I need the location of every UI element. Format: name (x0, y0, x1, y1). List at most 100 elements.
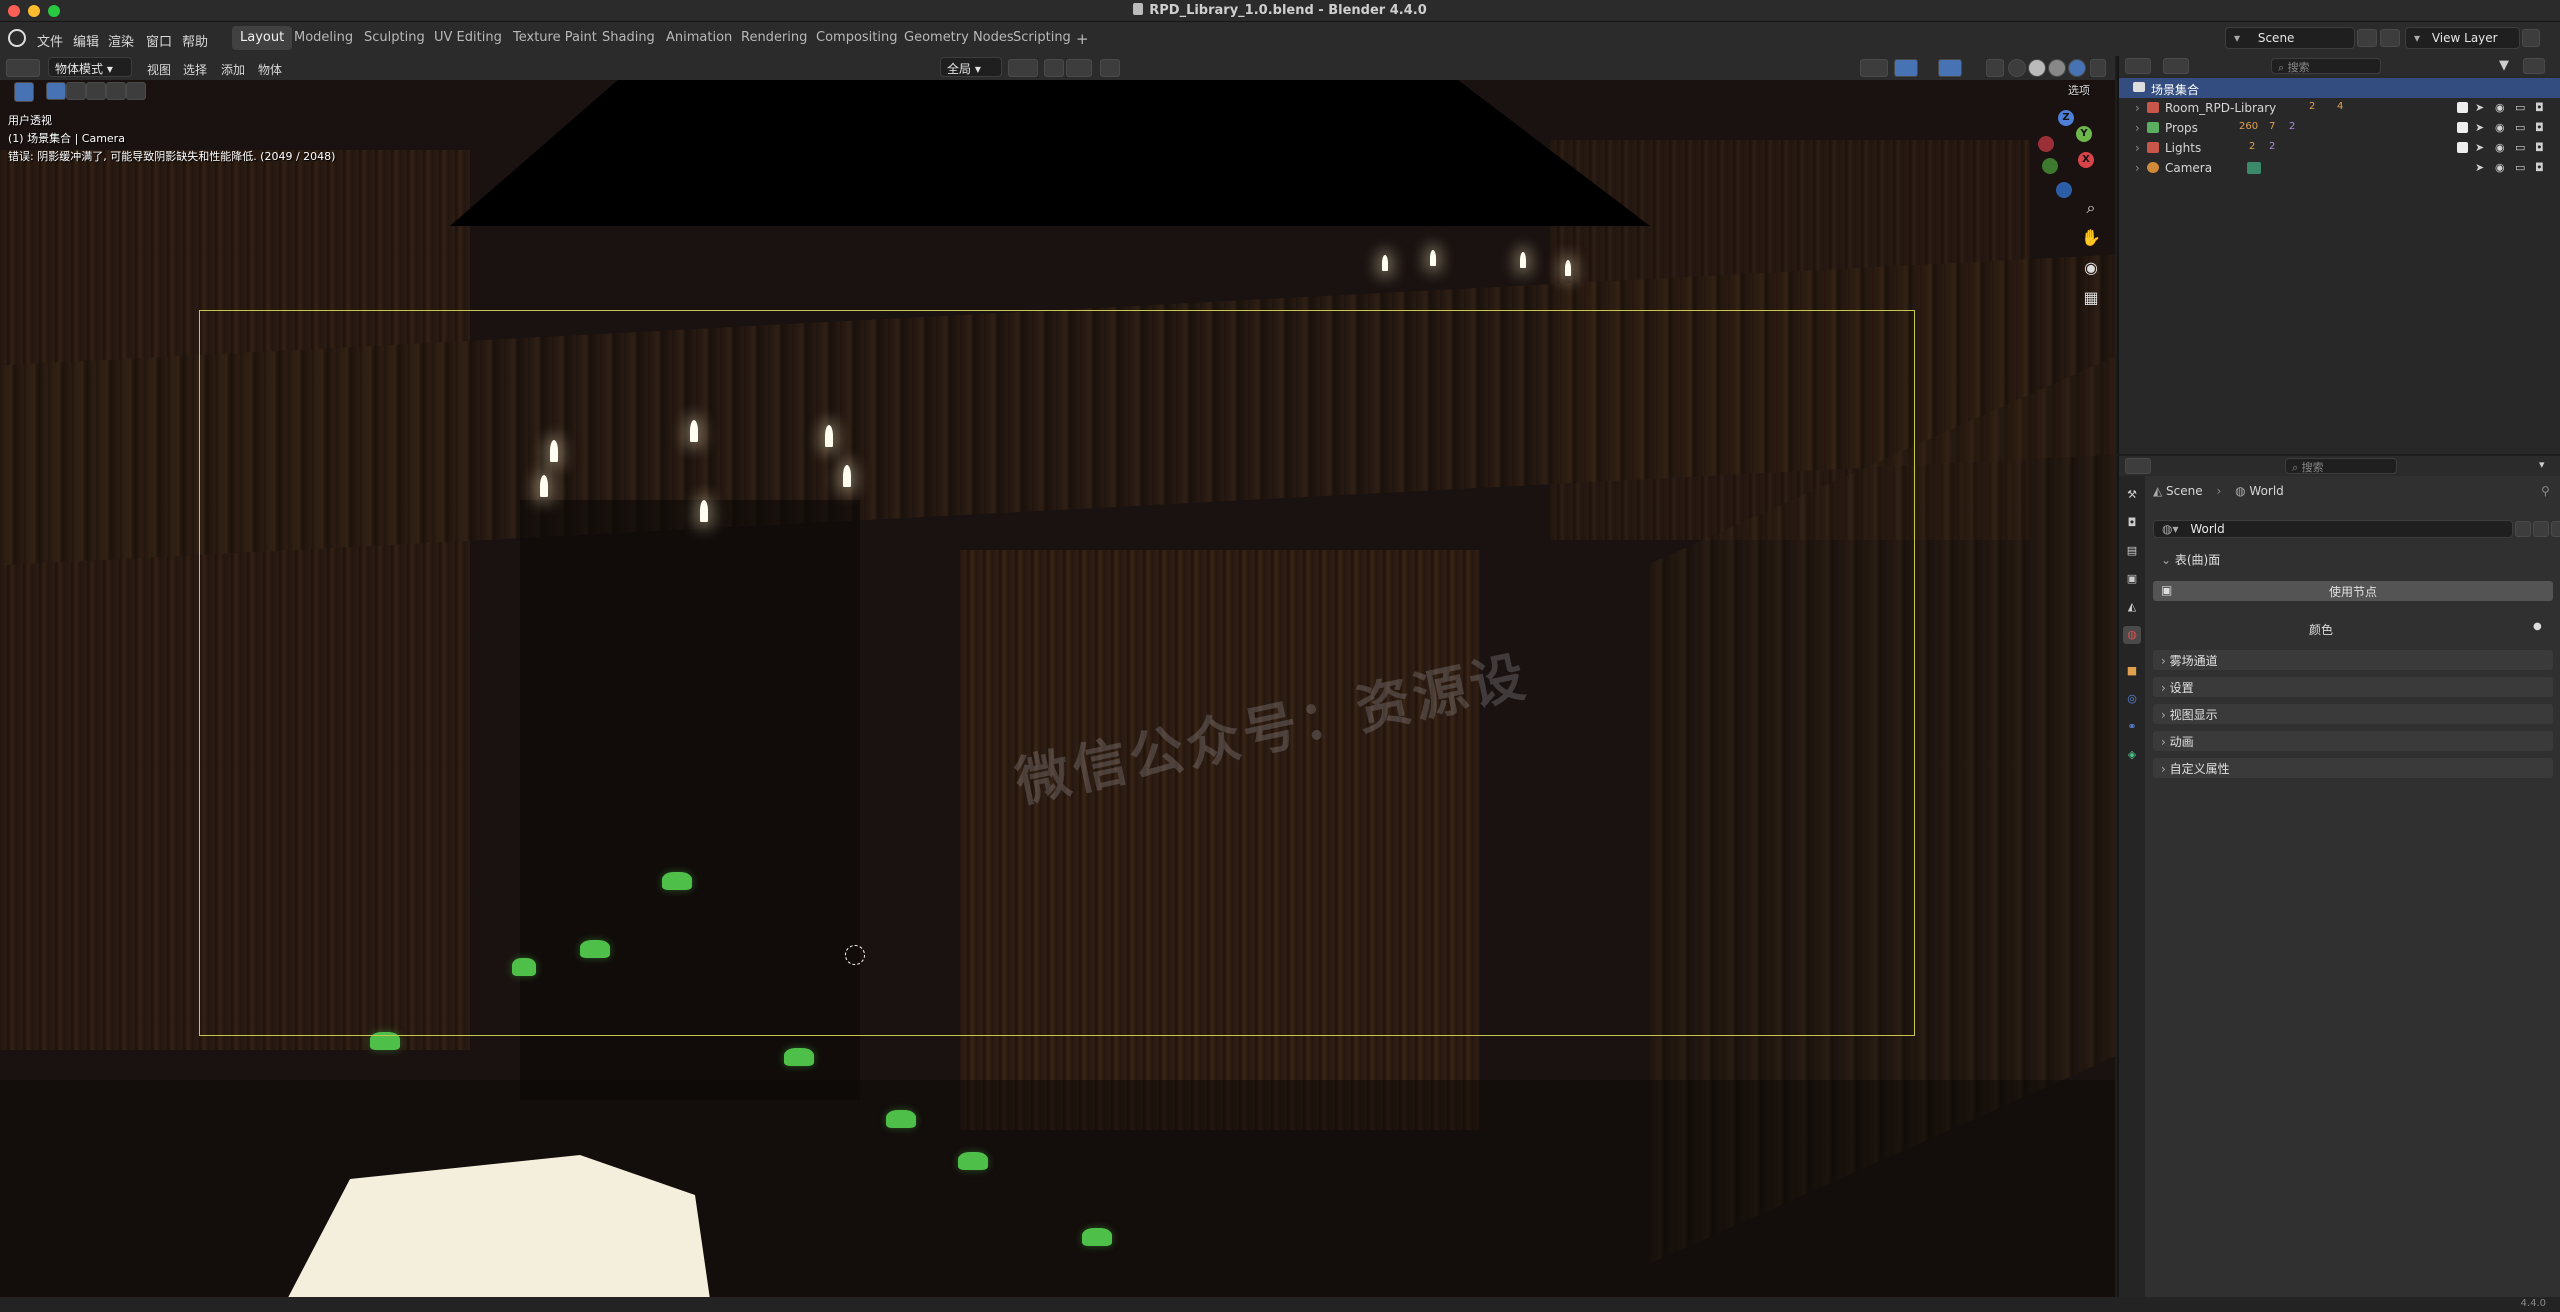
expand-arrow-icon[interactable]: › (2135, 101, 2140, 115)
cursor-select-icon[interactable]: ➤ (2475, 161, 2484, 174)
gizmo-neg-z-axis[interactable] (2056, 182, 2072, 198)
unlink-world-button[interactable] (2551, 521, 2560, 537)
outliner-search-input[interactable]: ⌕ 搜索 (2271, 58, 2381, 74)
options-dropdown[interactable]: 选项 (2068, 82, 2090, 98)
eye-icon[interactable]: ◉ (2495, 161, 2505, 174)
viewport-menu-view[interactable]: 视图 (147, 61, 171, 78)
expand-arrow-icon[interactable]: › (2135, 161, 2140, 175)
select-mode-intersect-button[interactable] (126, 82, 146, 100)
tab-modeling[interactable]: Modeling (286, 26, 361, 50)
chevron-down-icon[interactable]: ▾ (2539, 458, 2545, 471)
tab-animation[interactable]: Animation (658, 26, 740, 50)
mode-selector[interactable]: 物体模式 ▾ (48, 57, 132, 77)
scene-tab-icon[interactable]: ◭ (2123, 598, 2141, 616)
shading-options-button[interactable] (2090, 59, 2106, 77)
properties-editor-type-button[interactable] (2125, 458, 2151, 474)
render-camera-icon[interactable]: ◘ (2535, 141, 2544, 154)
menu-window[interactable]: 窗口 (146, 31, 172, 50)
gizmo-x-axis[interactable]: X (2078, 152, 2094, 168)
gizmo-z-axis[interactable]: Z (2058, 110, 2074, 126)
tool-tab-icon[interactable]: ⚒ (2123, 486, 2141, 504)
outliner-row-room[interactable]: › Room_RPD-Library 2 4 ➤ ◉ ▭ ◘ (2119, 98, 2560, 118)
menu-file[interactable]: 文件 (37, 31, 63, 50)
outliner-editor-type-button[interactable] (2125, 58, 2151, 74)
snap-target-selector[interactable] (1066, 59, 1092, 77)
world-tab-icon[interactable]: ◍ (2123, 626, 2141, 644)
tab-shading[interactable]: Shading (594, 26, 663, 50)
panel-custom-properties[interactable]: › 自定义属性 (2153, 758, 2553, 778)
render-camera-icon[interactable]: ◘ (2535, 101, 2544, 114)
outliner-display-mode-button[interactable] (2163, 58, 2189, 74)
gizmo-toggle[interactable] (1894, 59, 1918, 77)
panel-animation[interactable]: › 动画 (2153, 731, 2553, 751)
object-data-tab-icon[interactable]: ◈ (2123, 746, 2141, 764)
transform-orientation-selector[interactable]: 全局 ▾ (940, 57, 1002, 77)
3d-cursor-icon[interactable] (845, 945, 865, 965)
checkbox-icon[interactable] (2457, 102, 2468, 113)
fake-user-shield-icon[interactable] (2515, 521, 2531, 537)
menu-help[interactable]: 帮助 (182, 31, 208, 50)
monitor-icon[interactable]: ▭ (2515, 141, 2525, 154)
scene-selector[interactable]: ▾ Scene (2225, 27, 2355, 49)
expand-arrow-icon[interactable]: › (2135, 141, 2140, 155)
zoom-icon[interactable]: ⌕ (2079, 196, 2103, 220)
eye-icon[interactable]: ◉ (2495, 121, 2505, 134)
new-view-layer-button[interactable] (2522, 29, 2540, 47)
gizmo-neg-y-axis[interactable] (2042, 158, 2058, 174)
snap-toggle[interactable] (1044, 59, 1064, 77)
delete-scene-button[interactable] (2380, 29, 2400, 47)
eye-icon[interactable]: ◉ (2495, 141, 2505, 154)
render-camera-icon[interactable]: ◘ (2535, 161, 2544, 174)
tab-geometry-nodes[interactable]: Geometry Nodes (896, 26, 1022, 50)
render-tab-icon[interactable]: ◘ (2123, 514, 2141, 532)
select-mode-subtract-button[interactable] (86, 82, 106, 100)
proportional-edit-toggle[interactable] (1100, 59, 1120, 77)
cursor-select-icon[interactable]: ➤ (2475, 121, 2484, 134)
menu-render[interactable]: 渲染 (108, 31, 134, 50)
3d-viewport[interactable]: 选项 微信公众号：资源设 用户透视 (1) 场景集合 | Camera 错误: … (0, 80, 2115, 1297)
visibility-selector[interactable] (1860, 59, 1888, 77)
select-mode-invert-button[interactable] (106, 82, 126, 100)
xray-toggle[interactable] (1986, 59, 2004, 77)
navigation-gizmo[interactable]: Z Y X (2028, 110, 2098, 200)
rendered-shading-button[interactable] (2068, 59, 2086, 77)
object-tab-icon[interactable]: ■ (2123, 662, 2141, 680)
checkbox-icon[interactable] (2457, 122, 2468, 133)
outliner-row-camera[interactable]: › Camera ➤ ◉ ▭ ◘ (2119, 158, 2560, 178)
surface-panel-header[interactable]: ⌄ 表(曲)面 (2153, 549, 2553, 569)
monitor-icon[interactable]: ▭ (2515, 101, 2525, 114)
duplicate-world-button[interactable] (2533, 521, 2549, 537)
outliner-row-props[interactable]: › Props 260 7 2 ➤ ◉ ▭ ◘ (2119, 118, 2560, 138)
material-shading-button[interactable] (2048, 59, 2066, 77)
constraints-tab-icon[interactable]: ⚭ (2123, 718, 2141, 736)
checkbox-icon[interactable] (2457, 142, 2468, 153)
tab-texture-paint[interactable]: Texture Paint (505, 26, 605, 50)
tab-compositing[interactable]: Compositing (808, 26, 906, 50)
wireframe-shading-button[interactable] (2008, 59, 2026, 77)
tab-sculpting[interactable]: Sculpting (356, 26, 433, 50)
output-tab-icon[interactable]: ▤ (2123, 542, 2141, 560)
gizmo-y-axis[interactable]: Y (2076, 126, 2092, 142)
outliner-row-lights[interactable]: › Lights 2 2 ➤ ◉ ▭ ◘ (2119, 138, 2560, 158)
overlay-toggle[interactable] (1938, 59, 1962, 77)
pin-icon[interactable]: ⚲ (2541, 484, 2550, 498)
world-datablock-field[interactable]: ◍▾ World (2153, 520, 2513, 538)
menu-edit[interactable]: 编辑 (73, 31, 99, 50)
camera-icon[interactable]: ◉ (2079, 256, 2103, 280)
tab-layout[interactable]: Layout (232, 26, 293, 50)
monitor-icon[interactable]: ▭ (2515, 121, 2525, 134)
panel-settings[interactable]: › 设置 (2153, 677, 2553, 697)
eye-icon[interactable]: ◉ (2495, 101, 2505, 114)
use-nodes-button[interactable]: ▣ 使用节点 (2153, 581, 2553, 601)
tab-rendering[interactable]: Rendering (733, 26, 815, 50)
hand-icon[interactable]: ✋ (2079, 226, 2103, 250)
filter-icon[interactable]: ▼ (2499, 58, 2509, 73)
select-mode-new-button[interactable] (46, 82, 66, 100)
color-dot-icon[interactable]: ● (2533, 621, 2542, 632)
properties-search-input[interactable]: ⌕ 搜索 (2285, 458, 2397, 474)
gizmo-neg-x-axis[interactable] (2038, 136, 2054, 152)
select-tool-button[interactable] (14, 82, 34, 102)
viewport-menu-select[interactable]: 选择 (183, 61, 207, 78)
cursor-select-icon[interactable]: ➤ (2475, 141, 2484, 154)
viewport-menu-object[interactable]: 物体 (258, 61, 282, 78)
